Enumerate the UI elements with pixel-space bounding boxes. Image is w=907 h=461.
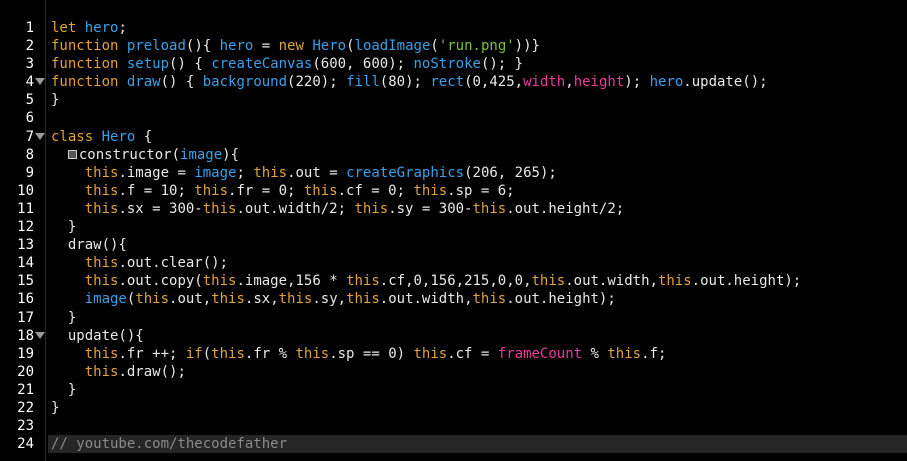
code-line[interactable]: 21 }	[17, 381, 907, 399]
line-number: 22	[17, 399, 34, 416]
code-line[interactable]: 3 function setup() { createCanvas(600, 60…	[26, 55, 907, 73]
code-text: this.out.copy(this.image,156 * this.cf,0…	[84, 273, 802, 290]
code-line[interactable]: 8 constructor(image){	[26, 146, 907, 164]
line-number: 16	[17, 291, 34, 308]
code-text: image(this.out,this.sx,this.sy,this.out.…	[84, 291, 616, 308]
code-text: function preload(){ hero = new Hero(load…	[51, 38, 540, 55]
code-line[interactable]: 19 this.fr ++; if(this.fr % this.sp == 0…	[17, 345, 907, 363]
code-text: }	[51, 381, 77, 398]
code-text: let hero;	[51, 20, 127, 36]
code-line[interactable]: 9 this.image = image; this.out = createG…	[26, 164, 907, 182]
line-number: 3	[25, 56, 34, 73]
line-number: 20	[17, 363, 34, 380]
line-number: 9	[25, 164, 34, 181]
code-line[interactable]: 16 image(this.out,this.sx,this.sy,this.o…	[17, 290, 907, 308]
code-line[interactable]: 14 this.out.clear();	[17, 254, 907, 272]
code-text: }	[51, 399, 60, 416]
code-editor[interactable]: 1 let hero; 2 function preload(){ hero = ne…	[0, 0, 907, 461]
code-line[interactable]: 2 function preload(){ hero = new Hero(loa…	[26, 37, 907, 55]
code-text: this.fr ++; if(this.fr % this.sp == 0) t…	[84, 345, 667, 362]
line-number: 7	[25, 128, 34, 145]
code-line[interactable]: 1 let hero;	[26, 19, 907, 37]
code-line[interactable]: 22}	[17, 399, 907, 417]
code-line[interactable]: 6	[26, 109, 907, 127]
code-line[interactable]: 24 // youtube.com/thecodefather	[17, 435, 907, 454]
line-number: 8	[25, 146, 34, 163]
line-number: 15	[17, 273, 34, 290]
line-number: 17	[17, 309, 34, 326]
code-line[interactable]: 23	[17, 417, 907, 435]
line-number: 4	[25, 74, 34, 91]
code-text: }	[51, 92, 60, 109]
code-area[interactable]: 1 let hero; 2 function preload(){ hero = ne…	[17, 19, 907, 454]
fold-arrow-icon[interactable]	[35, 132, 45, 140]
line-number: 2	[25, 38, 34, 55]
code-text: this.out.clear();	[84, 255, 229, 272]
line-number: 12	[17, 219, 34, 236]
code-line[interactable]: 12 }	[17, 218, 907, 236]
code-text: update(){	[51, 327, 144, 344]
code-text: class Hero {	[51, 128, 153, 145]
fold-arrow-icon[interactable]	[35, 78, 45, 86]
line-number: 14	[17, 255, 34, 272]
line-number: 24	[17, 436, 34, 453]
line-number: 5	[25, 92, 34, 109]
line-number: 23	[17, 418, 34, 435]
code-line[interactable]: 7 class Hero {	[26, 128, 907, 146]
line-number: 10	[17, 182, 34, 199]
code-text: constructor(image){	[51, 146, 239, 164]
line-number: 19	[17, 345, 34, 362]
code-text: }	[51, 219, 77, 236]
code-line[interactable]: 18 update(){	[17, 327, 907, 345]
code-line[interactable]: 5}	[26, 91, 907, 109]
code-line[interactable]: 15 this.out.copy(this.image,156 * this.c…	[17, 272, 907, 290]
line-number: 6	[25, 110, 34, 127]
line-number: 11	[17, 200, 34, 217]
code-text: this.draw();	[84, 363, 186, 380]
code-text: function setup() { createCanvas(600, 600…	[51, 56, 524, 73]
line-number: 18	[17, 327, 34, 344]
code-line[interactable]: 17 }	[17, 309, 907, 327]
code-text: this.image = image; this.out = createGra…	[84, 164, 557, 181]
code-text: // youtube.com/thecodefather	[51, 436, 288, 453]
code-line[interactable]: 13 draw(){	[17, 236, 907, 254]
fold-arrow-icon[interactable]	[35, 331, 45, 339]
code-text: function draw() { background(220); fill(…	[51, 74, 768, 91]
code-line[interactable]: 10 this.f = 10; this.fr = 0; this.cf = 0…	[17, 182, 907, 200]
code-line[interactable]: 20 this.draw();	[17, 363, 907, 381]
line-number: 21	[17, 381, 34, 398]
code-line[interactable]: 11 this.sx = 300-this.out.width/2; this.…	[17, 200, 907, 218]
code-text: draw(){	[67, 237, 127, 254]
code-line[interactable]: 4 function draw() { background(220); fill…	[26, 73, 907, 91]
code-text: this.sx = 300-this.out.width/2; this.sy …	[84, 200, 625, 217]
line-number: 13	[17, 237, 34, 254]
code-text: }	[51, 309, 77, 326]
breakpoint-marker-icon[interactable]	[67, 150, 77, 160]
line-number: 1	[25, 20, 34, 36]
code-text: this.f = 10; this.fr = 0; this.cf = 0; t…	[84, 182, 515, 199]
